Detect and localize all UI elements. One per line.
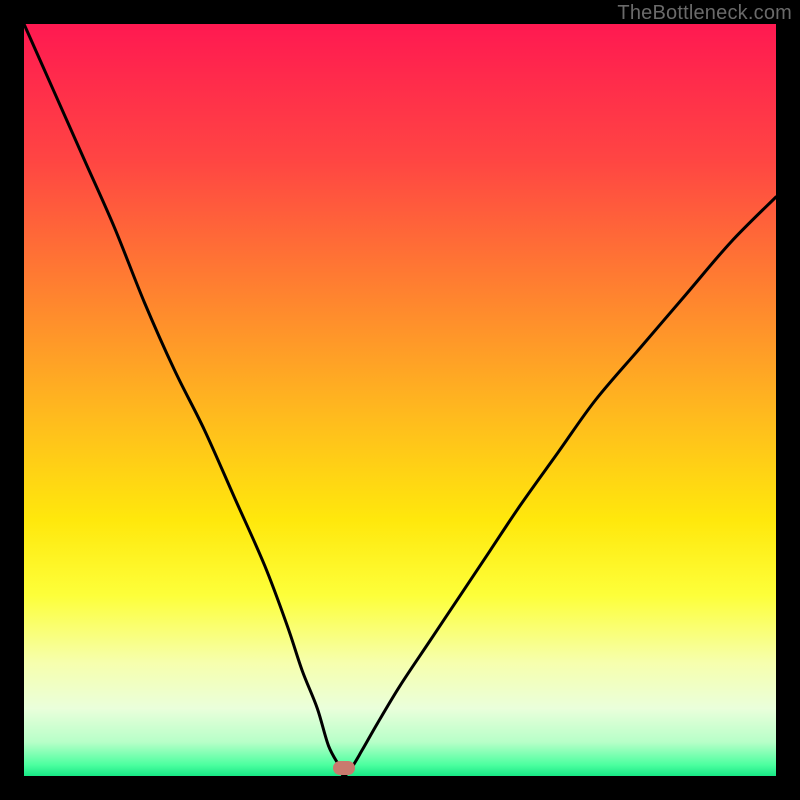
plot-area: [24, 24, 776, 776]
chart-frame: TheBottleneck.com: [0, 0, 800, 800]
watermark-text: TheBottleneck.com: [617, 2, 792, 25]
background-gradient: [24, 24, 776, 776]
